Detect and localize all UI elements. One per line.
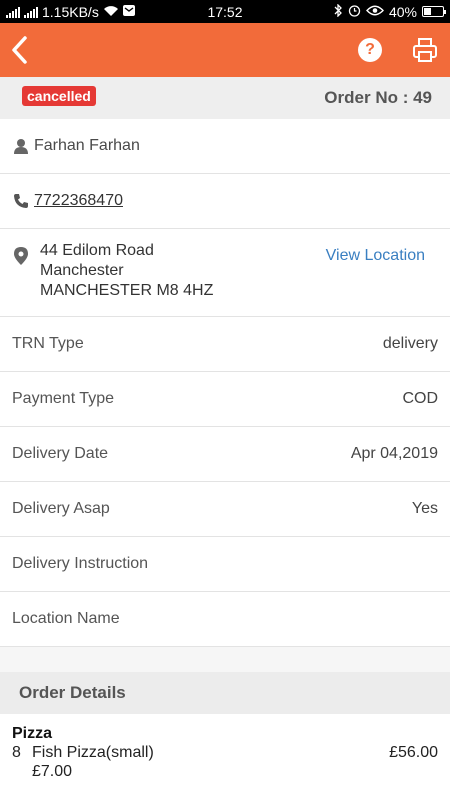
detail-value: delivery (382, 335, 438, 352)
detail-value: COD (402, 390, 438, 407)
phone-link[interactable]: 7722368470 (34, 192, 123, 210)
item-category: Pizza (12, 725, 53, 742)
bluetooth-icon (334, 3, 343, 19)
back-icon[interactable] (10, 30, 40, 70)
detail-label: Location Name (12, 610, 120, 627)
order-number: Order No : 49 (324, 88, 432, 107)
network-speed: 1.15KB/s (42, 3, 99, 20)
person-icon (12, 138, 30, 154)
address-text: 44 Edilom Road Manchester MANCHESTER M8 … (40, 241, 213, 301)
detail-row-delivery-instruction: Delivery Instruction (0, 537, 450, 592)
detail-label: Delivery Date (12, 445, 109, 462)
list-item: 8 Fish Pizza(small) £56.00 (12, 743, 438, 762)
detail-value: Apr 04,2019 (350, 445, 438, 462)
status-badge: cancelled (22, 86, 96, 106)
item-total: £56.00 (389, 744, 438, 761)
item-quantity: 8 (12, 744, 21, 761)
detail-row-payment-type: Payment Type COD (0, 372, 450, 427)
detail-label: Delivery Instruction (12, 555, 149, 572)
item-unit-price: £7.00 (32, 763, 73, 780)
status-right: 40% (334, 3, 446, 20)
signal-icon (6, 6, 20, 18)
detail-label: TRN Type (12, 335, 84, 352)
signal-icon-2 (24, 6, 38, 18)
address-line-1: 44 Edilom Road (40, 242, 154, 259)
detail-row-location-name: Location Name (0, 592, 450, 647)
status-bar: 1.15KB/s 17:52 40% (0, 0, 450, 23)
address-line-3: MANCHESTER M8 4HZ (40, 282, 214, 299)
order-details-heading: Order Details (0, 672, 450, 714)
location-pin-icon (12, 247, 30, 265)
help-icon[interactable]: ? (358, 38, 382, 62)
battery-icon (422, 6, 446, 17)
customer-phone-row: 7722368470 (0, 174, 450, 229)
wifi-icon (103, 5, 119, 19)
address-line-2: Manchester (40, 262, 124, 279)
message-icon (122, 5, 135, 18)
item-name: Fish Pizza(small) (32, 744, 154, 761)
detail-label: Delivery Asap (12, 500, 110, 517)
customer-name-row: Farhan Farhan (0, 119, 450, 174)
detail-row-trn-type: TRN Type delivery (0, 317, 450, 372)
order-header: cancelled Order No : 49 (0, 77, 450, 119)
detail-value: Yes (411, 500, 438, 517)
print-icon[interactable] (412, 37, 438, 63)
detail-row-delivery-asap: Delivery Asap Yes (0, 482, 450, 537)
customer-name: Farhan Farhan (34, 137, 140, 154)
alarm-icon (348, 4, 361, 19)
eye-icon (366, 5, 384, 18)
detail-label: Payment Type (12, 390, 114, 407)
status-left: 1.15KB/s (6, 4, 135, 20)
app-bar: ? (0, 23, 450, 77)
battery-percent: 40% (388, 3, 417, 20)
app-bar-actions: ? (358, 37, 440, 63)
section-spacer (0, 647, 450, 672)
phone-icon (12, 193, 30, 209)
address-row: 44 Edilom Road Manchester MANCHESTER M8 … (0, 229, 450, 317)
detail-row-delivery-date: Delivery Date Apr 04,2019 (0, 427, 450, 482)
order-items: Pizza 8 Fish Pizza(small) £56.00 £7.00 (0, 714, 450, 781)
battery-fill (424, 8, 432, 15)
view-location-link[interactable]: View Location (326, 247, 425, 265)
